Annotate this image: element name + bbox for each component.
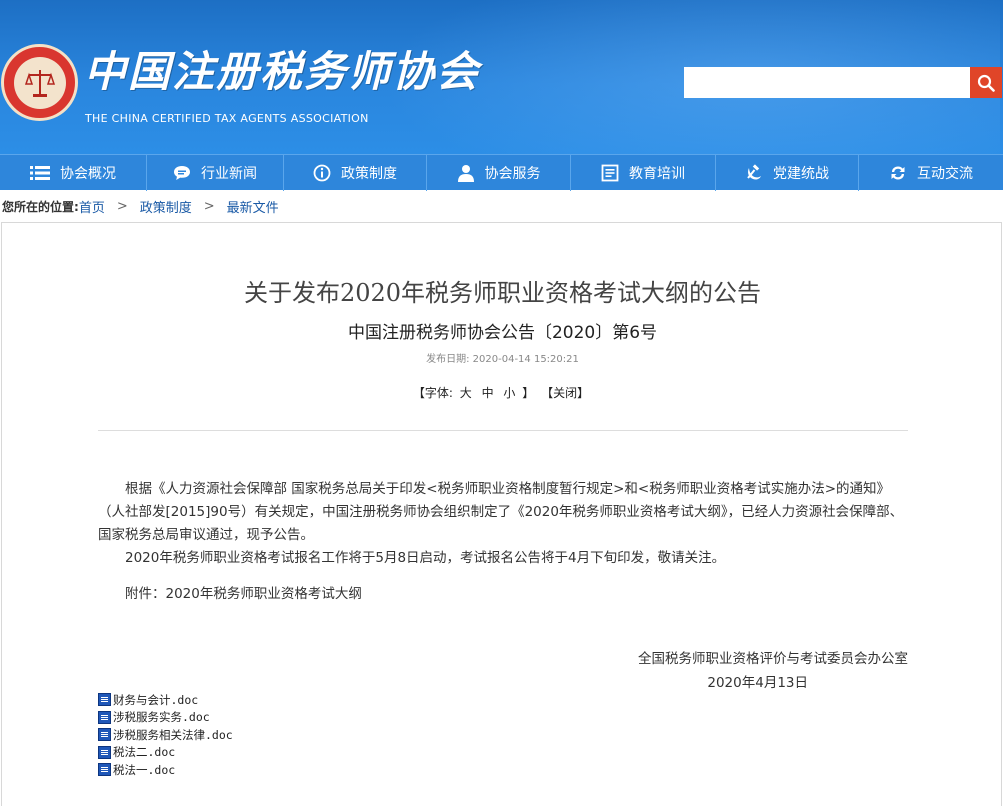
attachment-link[interactable]: 涉税服务相关法律.doc bbox=[98, 726, 233, 744]
signer: 全国税务师职业资格评价与考试委员会办公室 bbox=[638, 651, 908, 667]
font-size-controls: 【字体: 大 中 小 】 【关闭】 bbox=[2, 384, 1003, 401]
site-header: 中国注册税务师协会 THE CHINA CERTIFIED TAX AGENTS… bbox=[0, 0, 1003, 154]
nav-label: 协会概况 bbox=[60, 166, 116, 182]
breadcrumb-link-policy[interactable]: 政策制度 bbox=[140, 197, 192, 216]
nav-label: 协会服务 bbox=[484, 166, 541, 182]
attachment-filename: 财务与会计.doc bbox=[113, 692, 199, 707]
breadcrumb-link-home[interactable]: 首页 bbox=[79, 197, 105, 216]
nav-item-policy[interactable]: 政策制度 bbox=[284, 155, 427, 191]
font-control-close: 】 bbox=[522, 386, 535, 400]
nav-label: 党建统战 bbox=[773, 166, 829, 182]
word-doc-icon bbox=[98, 693, 111, 707]
search-input[interactable] bbox=[684, 67, 970, 98]
attachment-link[interactable]: 税法二.doc bbox=[98, 744, 233, 762]
article-subtitle: 中国注册税务师协会公告〔2020〕第6号 bbox=[347, 323, 658, 343]
article-body: 根据《人力资源社会保障部 国家税务总局关于印发<税务师职业资格制度暂行规定>和<… bbox=[98, 478, 910, 606]
breadcrumb-link-latest[interactable]: 最新文件 bbox=[227, 197, 279, 216]
article-title: 关于发布2020年税务师职业资格考试大纲的公告 bbox=[243, 279, 762, 307]
attachment-link[interactable]: 财务与会计.doc bbox=[98, 691, 233, 709]
nav-label: 教育培训 bbox=[629, 166, 685, 182]
publish-date: 发布日期: 2020-04-14 15:20:21 bbox=[426, 354, 579, 365]
info-circle-icon bbox=[313, 164, 331, 182]
word-doc-icon bbox=[98, 710, 111, 724]
article-paragraph: 2020年税务师职业资格考试报名工作将于5月8日启动，考试报名公告将于4月下旬印… bbox=[125, 550, 726, 566]
attachment-link[interactable]: 涉税服务实务.doc bbox=[98, 709, 233, 727]
scales-of-justice-icon bbox=[13, 56, 66, 109]
nav-item-news[interactable]: 行业新闻 bbox=[147, 155, 284, 191]
hammer-sickle-icon bbox=[745, 164, 763, 182]
title-divider bbox=[98, 430, 908, 431]
attachment-filename: 税法一.doc bbox=[113, 762, 176, 777]
association-seal-logo[interactable] bbox=[1, 44, 78, 121]
font-small-link[interactable]: 小 bbox=[503, 386, 515, 400]
breadcrumb-lead: 您所在的位置: bbox=[2, 200, 79, 214]
nav-label: 互动交流 bbox=[917, 166, 973, 182]
site-logo-english: THE CHINA CERTIFIED TAX AGENTS ASSOCIATI… bbox=[85, 112, 369, 125]
nav-label: 政策制度 bbox=[341, 166, 397, 182]
nav-item-services[interactable]: 协会服务 bbox=[427, 155, 571, 191]
attachment-filename: 税法二.doc bbox=[113, 745, 176, 760]
nav-item-party[interactable]: 党建统战 bbox=[716, 155, 859, 191]
article-paragraph: 根据《人力资源社会保障部 国家税务总局关于印发<税务师职业资格制度暂行规定>和<… bbox=[98, 481, 904, 543]
attachment-note: 附件：2020年税务师职业资格考试大纲 bbox=[125, 586, 362, 602]
site-logo-chinese[interactable]: 中国注册税务师协会 bbox=[84, 38, 480, 99]
attachment-list: 财务与会计.doc 涉税服务实务.doc 涉税服务相关法律.doc 税法二.do… bbox=[98, 691, 233, 779]
book-icon bbox=[601, 164, 619, 182]
attachment-link[interactable]: 税法一.doc bbox=[98, 761, 233, 779]
main-nav: 协会概况 行业新闻 政策制度 协会服务 教育培训 党建统战 互动交流 bbox=[0, 154, 1003, 191]
nav-item-interaction[interactable]: 互动交流 bbox=[859, 155, 1003, 191]
nav-item-training[interactable]: 教育培训 bbox=[571, 155, 716, 191]
search-icon bbox=[977, 74, 995, 92]
nav-item-about[interactable]: 协会概况 bbox=[0, 155, 147, 191]
attachment-filename: 涉税服务实务.doc bbox=[113, 710, 210, 725]
word-doc-icon bbox=[98, 763, 111, 777]
font-large-link[interactable]: 大 bbox=[460, 386, 472, 400]
breadcrumb-separator: > bbox=[116, 199, 128, 214]
menu-list-icon bbox=[30, 165, 50, 181]
word-doc-icon bbox=[98, 745, 111, 759]
nav-label: 行业新闻 bbox=[201, 166, 257, 182]
sign-date: 2020年4月13日 bbox=[707, 675, 808, 691]
person-icon bbox=[457, 164, 475, 182]
font-control-open: 【字体: bbox=[412, 386, 453, 400]
attachment-filename: 涉税服务相关法律.doc bbox=[113, 727, 233, 742]
search-button[interactable] bbox=[970, 67, 1002, 98]
speech-bubble-icon bbox=[173, 165, 191, 181]
breadcrumb: 您所在的位置: 首页 > 政策制度 > 最新文件 bbox=[0, 190, 1003, 223]
close-window-link[interactable]: 【关闭】 bbox=[541, 386, 589, 400]
word-doc-icon bbox=[98, 728, 111, 742]
font-medium-link[interactable]: 中 bbox=[482, 386, 494, 400]
breadcrumb-separator: > bbox=[203, 199, 215, 214]
article-container: 关于发布2020年税务师职业资格考试大纲的公告 中国注册税务师协会公告〔2020… bbox=[1, 222, 1002, 806]
refresh-arrows-icon bbox=[889, 164, 907, 182]
